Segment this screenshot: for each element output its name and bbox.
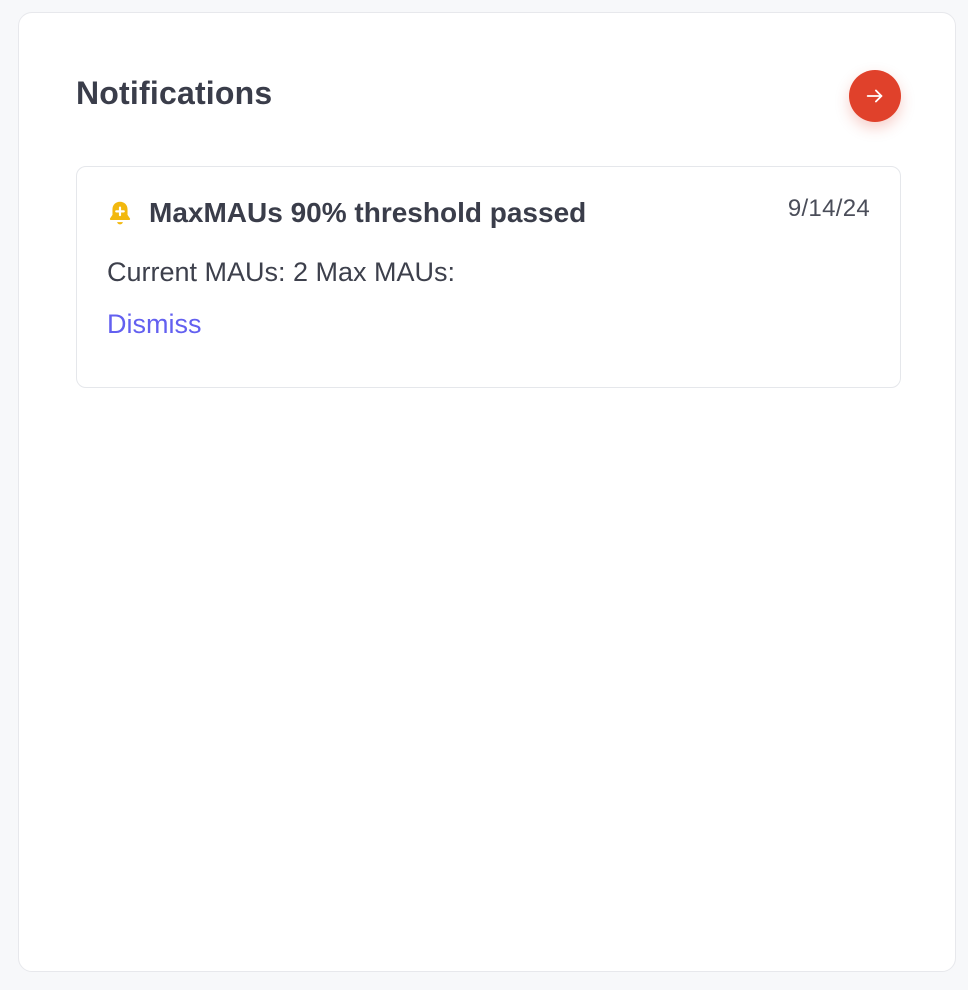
notifications-panel: Notifications MaxMAUs 90% threshold pass… [18,12,956,972]
open-notifications-button[interactable] [849,70,901,122]
arrow-right-icon [866,89,883,103]
notification-item: MaxMAUs 90% threshold passed 9/14/24 Cur… [76,166,901,388]
notification-title: MaxMAUs 90% threshold passed [149,197,587,228]
bell-plus-icon [109,201,131,225]
notification-date: 9/14/24 [787,195,870,222]
notification-body: Current MAUs: 2 Max MAUs: [107,257,456,287]
panel-title: Notifications [76,75,273,111]
dismiss-link[interactable]: Dismiss [107,309,202,340]
notification-header: MaxMAUs 90% threshold passed [107,197,586,229]
